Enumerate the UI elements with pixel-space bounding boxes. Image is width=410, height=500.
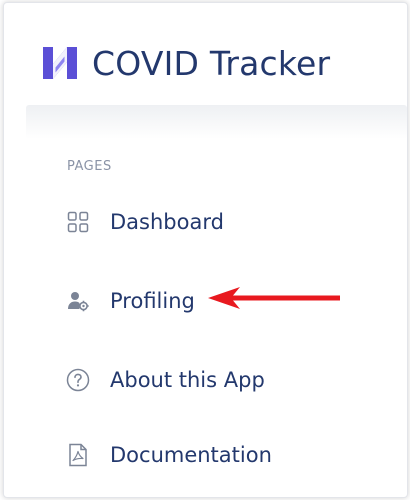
section-label-pages: PAGES [67, 159, 112, 174]
sidebar-item-documentation[interactable]: Documentation [66, 437, 272, 473]
grid-icon [66, 210, 90, 234]
red-arrow-annotation [208, 287, 340, 309]
app-title: COVID Tracker [92, 43, 331, 83]
sidebar-item-label: About this App [110, 368, 265, 392]
question-circle-icon [66, 368, 90, 392]
sidebar-item-label: Dashboard [110, 210, 224, 234]
sidebar-panel: COVID Tracker PAGES Dashboard Profiling [3, 2, 408, 498]
sidebar-item-label: Profiling [110, 289, 195, 313]
sidebar-item-dashboard[interactable]: Dashboard [66, 204, 224, 240]
sidebar-item-about[interactable]: About this App [66, 362, 265, 398]
pdf-document-icon [66, 443, 90, 467]
user-gear-icon [66, 289, 90, 313]
sidebar-item-profiling[interactable]: Profiling [66, 283, 195, 319]
brand[interactable]: COVID Tracker [40, 39, 330, 87]
header-divider [26, 105, 407, 139]
sidebar-item-label: Documentation [110, 443, 272, 467]
brand-logo-icon [43, 47, 77, 79]
